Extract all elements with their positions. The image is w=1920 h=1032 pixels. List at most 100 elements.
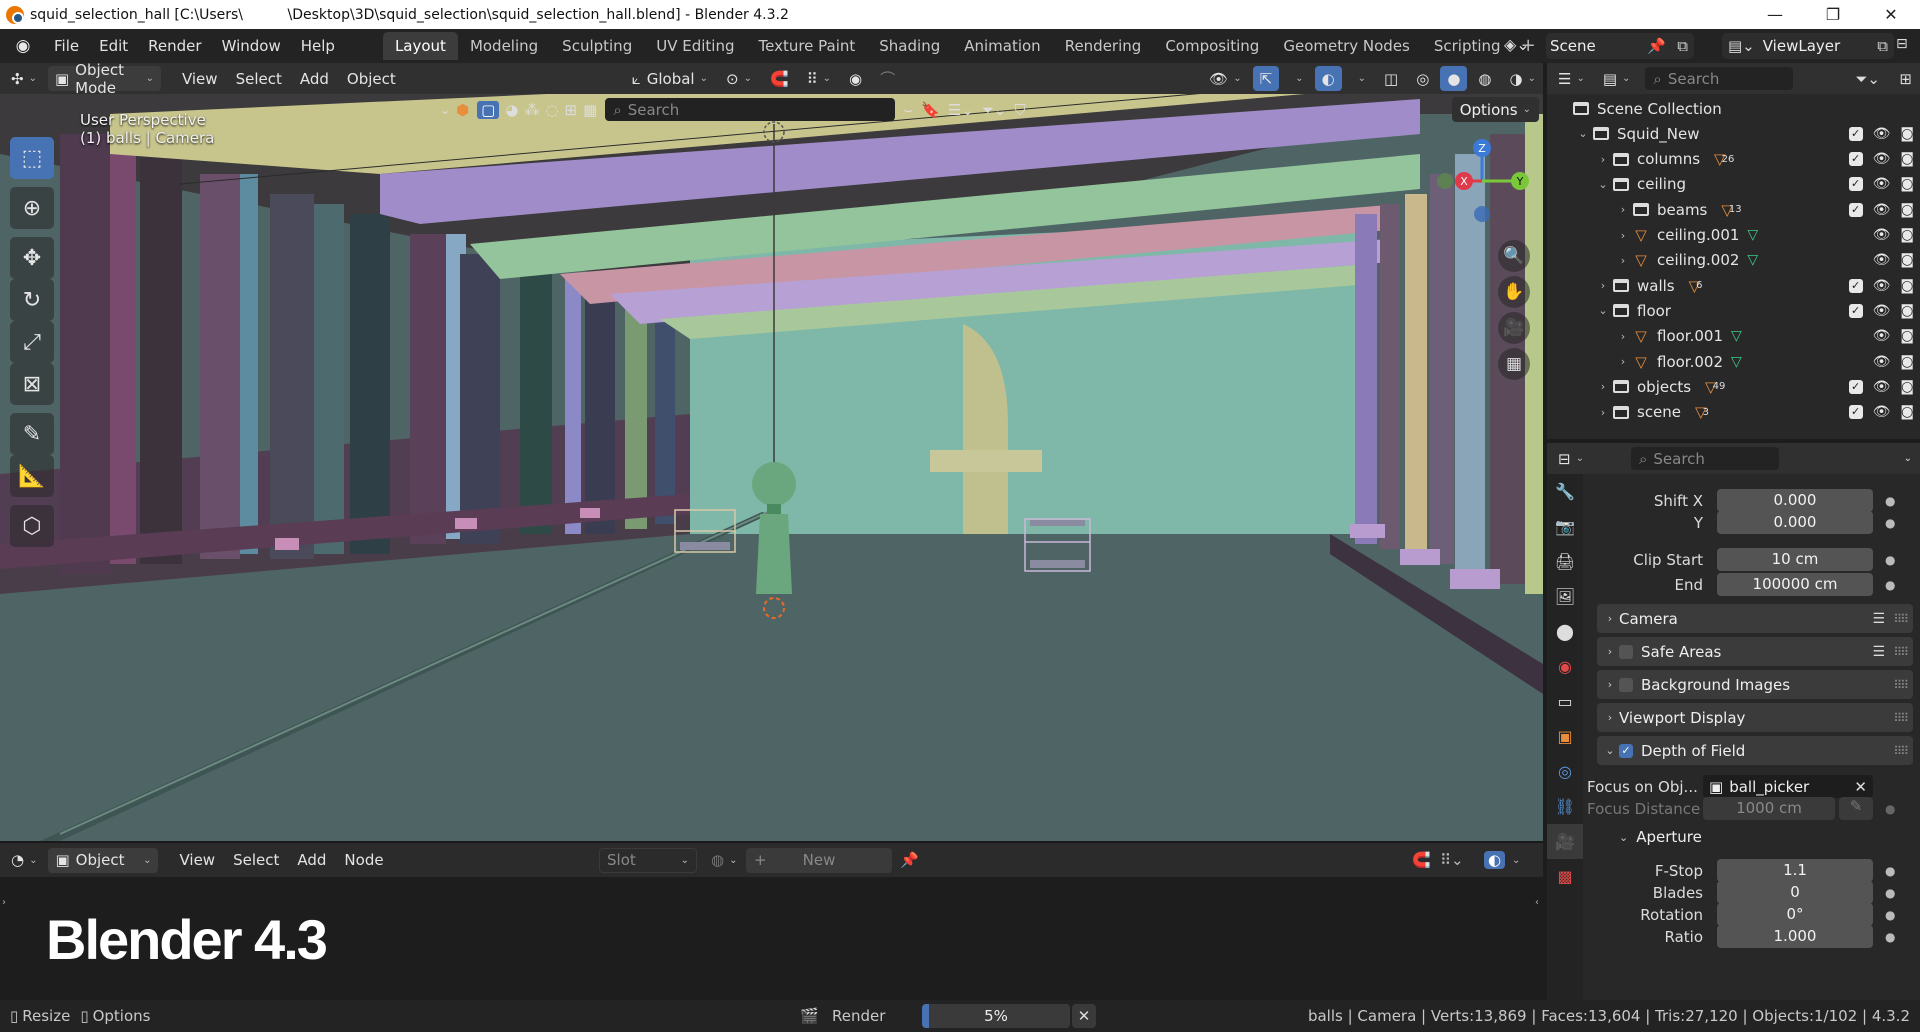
expand-chevron-icon[interactable]: › — [1615, 229, 1631, 242]
render-camera-icon[interactable]: ◙ — [1900, 354, 1914, 370]
keyframe-dot-icon[interactable]: ● — [1885, 516, 1895, 530]
tab-texture-paint[interactable]: Texture Paint — [746, 32, 867, 60]
select-mode-icon[interactable]: ▢ — [477, 100, 500, 119]
exclude-checkbox[interactable]: ✓ — [1848, 152, 1863, 167]
render-camera-icon[interactable]: ◙ — [1900, 278, 1914, 294]
shader-object-dropdown[interactable]: ▣ Object ⌄ — [48, 847, 159, 873]
outliner-row[interactable]: › ▽ floor.001 ▽ 👁 ◙ — [1547, 324, 1920, 349]
drag-handle-icon[interactable]: ⠿⠿ — [1893, 678, 1909, 692]
tab-rendering[interactable]: Rendering — [1053, 32, 1154, 60]
depth-of-field-panel[interactable]: ⌄ ✓ Depth of Field ⠿⠿ — [1597, 736, 1913, 765]
presets-list-icon[interactable]: ☰ — [1872, 611, 1885, 627]
eye-icon[interactable]: 👁 — [1873, 151, 1891, 167]
measure-tool[interactable]: 📐 — [10, 455, 54, 497]
render-camera-icon[interactable]: ◙ — [1900, 303, 1914, 319]
render-camera-icon[interactable]: ◙ — [1900, 126, 1914, 142]
outliner-editor-type-icon[interactable]: ☰ ⌄ — [1551, 66, 1592, 91]
minimize-button[interactable]: — — [1746, 0, 1804, 29]
transform-tool[interactable]: ⊠ — [10, 363, 54, 405]
bookmark-icon[interactable]: 🔖 — [921, 101, 940, 119]
clip-start-field[interactable]: 10 cm — [1717, 548, 1873, 571]
menu-window[interactable]: Window — [212, 32, 291, 60]
tab-compositing[interactable]: Compositing — [1153, 32, 1271, 60]
expand-chevron-icon[interactable]: › — [1615, 254, 1631, 267]
camera-data-properties-icon[interactable]: 🎥 — [1547, 824, 1583, 859]
menu-render[interactable]: Render — [138, 32, 211, 60]
viewport-menu-view[interactable]: View — [175, 66, 225, 91]
pan-hand-icon[interactable]: ✋ — [1498, 276, 1530, 308]
rotation-field[interactable]: 0° — [1717, 903, 1873, 926]
presets-list-icon[interactable]: ☰ — [1872, 644, 1885, 660]
safe-areas-checkbox[interactable] — [1619, 644, 1633, 659]
keyframe-dot-icon[interactable]: ● — [1885, 494, 1895, 508]
eye-icon[interactable]: 👁 — [1873, 126, 1891, 142]
shader-menu-node[interactable]: Node — [337, 848, 390, 873]
solid-shading-icon[interactable]: ● — [1440, 66, 1468, 91]
overlay-dropdown-icon[interactable]: ⌄ — [1346, 66, 1373, 91]
outliner-row[interactable]: › ▽ ceiling.001 ▽ 👁 ◙ — [1547, 223, 1920, 248]
exclude-checkbox[interactable]: ✓ — [1848, 379, 1863, 394]
exclude-checkbox[interactable]: ✓ — [1848, 126, 1863, 141]
new-collection-icon[interactable]: ⊞ — [1899, 70, 1912, 88]
maximize-button[interactable]: ❐ — [1804, 0, 1862, 29]
viewport-menu-add[interactable]: Add — [293, 66, 336, 91]
physics-icon[interactable]: ◌ — [545, 101, 558, 119]
viewlayer-selector[interactable]: ▤⌄ ViewLayer ⧉ — [1722, 33, 1894, 59]
aperture-subpanel[interactable]: ⌄ Aperture — [1619, 828, 1702, 846]
eye-icon[interactable]: 👁 — [1873, 379, 1891, 395]
render-camera-icon[interactable]: ◙ — [1900, 252, 1914, 268]
cursor-tool[interactable]: ⊕ — [10, 187, 54, 229]
shader-editor-canvas[interactable]: Blender 4.3 › ‹ — [0, 877, 1543, 1000]
drag-handle-icon[interactable]: ⠿⠿ — [1893, 645, 1909, 659]
visibility-icon[interactable]: 👁 ⌄ — [1202, 66, 1248, 91]
outliner-row[interactable]: ⌄ ceiling ✓ 👁 ◙ — [1547, 172, 1920, 197]
outliner-row[interactable]: ⌄ Squid_New ✓ 👁 ◙ — [1547, 121, 1920, 146]
collapse-chevron-icon[interactable]: ⌄ — [1575, 127, 1591, 140]
shader-menu-add[interactable]: Add — [290, 848, 333, 873]
expand-chevron-icon[interactable]: › — [1595, 406, 1611, 419]
move-tool[interactable]: ✥ — [10, 237, 54, 279]
shader-overlay-dropdown-icon[interactable]: ⌄ — [1512, 855, 1520, 866]
constraints-icon[interactable]: ⊞ — [565, 101, 578, 119]
tab-modeling[interactable]: Modeling — [458, 32, 550, 60]
sidebar-toggle-right-icon[interactable]: ‹ — [1535, 897, 1539, 908]
focus-object-field[interactable]: ▣ ball_picker ✕ — [1703, 775, 1873, 798]
render-camera-icon[interactable]: ◙ — [1900, 227, 1914, 243]
background-images-checkbox[interactable] — [1619, 677, 1633, 692]
particles-icon[interactable]: ⁂ — [524, 101, 539, 119]
world-properties-icon[interactable]: ◉ — [1547, 649, 1583, 684]
render-camera-icon[interactable]: ◙ — [1900, 151, 1914, 167]
depth-of-field-checkbox[interactable]: ✓ — [1619, 743, 1633, 758]
outliner-row[interactable]: Scene Collection — [1547, 96, 1920, 121]
viewport-display-panel[interactable]: › Viewport Display ⠿⠿ — [1597, 703, 1913, 732]
cancel-render-button[interactable]: ✕ — [1072, 1004, 1096, 1028]
tool-properties-icon[interactable]: 🔧 — [1547, 474, 1583, 509]
outliner-row[interactable]: › beams ▽ 13 ✓ 👁 ◙ — [1547, 197, 1920, 222]
shift-y-field[interactable]: 0.000 — [1717, 511, 1873, 534]
scale-tool[interactable]: ⤢ — [10, 321, 54, 363]
sphere-icon[interactable]: ◕ — [505, 101, 518, 119]
shield-icon[interactable]: ⛉ — [1014, 101, 1025, 119]
slot-dropdown[interactable]: Slot ⌄ — [599, 847, 697, 873]
falloff-icon[interactable]: ⌒ — [873, 66, 902, 91]
render-camera-icon[interactable]: ◙ — [1900, 404, 1914, 420]
drag-handle-icon[interactable]: ⠿⠿ — [1893, 711, 1909, 725]
mesh-data-icon[interactable]: ▽ — [1731, 328, 1742, 344]
new-viewlayer-icon[interactable]: ⧉ — [1877, 37, 1888, 55]
select-box-tool[interactable]: ⬚ — [10, 137, 54, 179]
background-images-panel[interactable]: › Background Images ⠿⠿ — [1597, 670, 1913, 699]
material-shading-icon[interactable]: ◍ — [1471, 66, 1498, 91]
tab-sculpting[interactable]: Sculpting — [550, 32, 644, 60]
object-properties-icon[interactable]: ▣ — [1547, 719, 1583, 754]
outliner-search-input[interactable]: ⌕ Search — [1645, 67, 1794, 90]
xray-toggle-icon[interactable]: ◫ — [1377, 66, 1405, 91]
blades-field[interactable]: 0 — [1717, 881, 1873, 904]
view-list-icon[interactable]: ☰⌄ — [948, 101, 974, 119]
tab-scripting[interactable]: Scripting — [1422, 32, 1513, 60]
fstop-field[interactable]: 1.1 — [1717, 859, 1873, 882]
gizmo-dropdown-icon[interactable]: ⌄ — [1283, 66, 1310, 91]
keyframe-dot-icon[interactable]: ● — [1885, 908, 1895, 922]
shader-menu-select[interactable]: Select — [226, 848, 286, 873]
drag-handle-icon[interactable]: ⠿⠿ — [1893, 744, 1909, 758]
rendered-shading-icon[interactable]: ◑ ⌄ — [1503, 66, 1543, 91]
